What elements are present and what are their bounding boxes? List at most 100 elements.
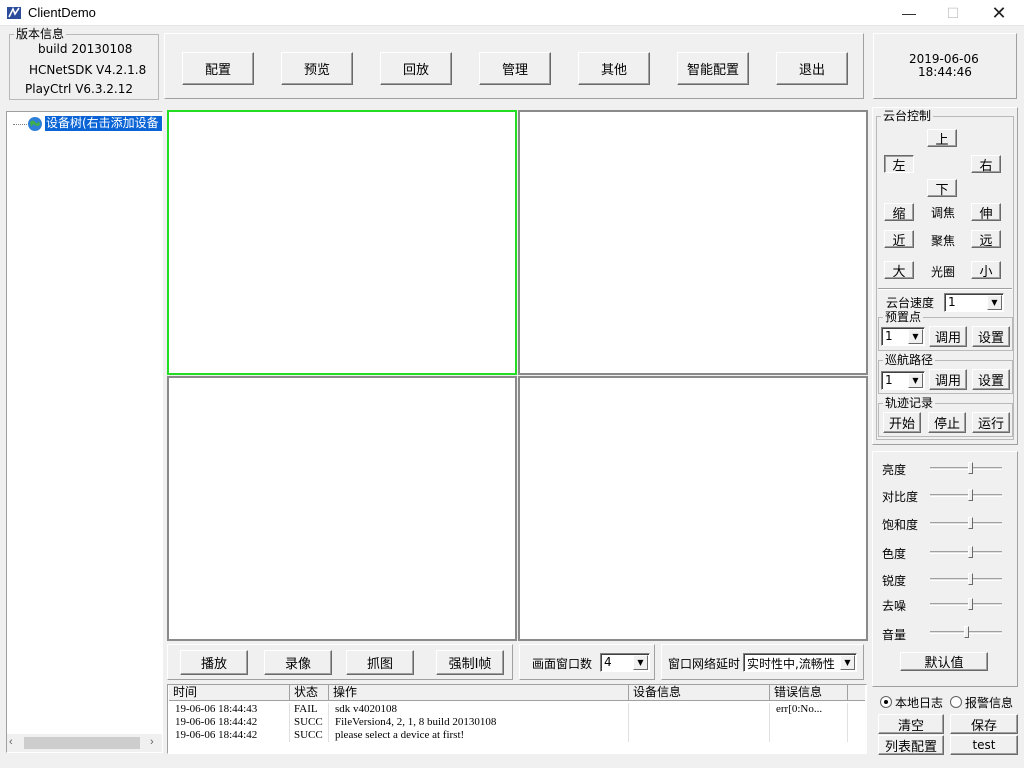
log-header: 时间 状态 操作 设备信息 错误信息 bbox=[169, 685, 865, 701]
video-window-1[interactable] bbox=[167, 110, 517, 375]
net-delay-select[interactable]: 实时性中,流畅性 ▼ bbox=[743, 653, 857, 672]
track-run-button[interactable]: 运行 bbox=[972, 412, 1010, 433]
contrast-label: 对比度 bbox=[882, 490, 919, 504]
playback-button[interactable]: 回放 bbox=[380, 52, 452, 85]
log-error bbox=[770, 716, 848, 729]
preset-set-button[interactable]: 设置 bbox=[972, 326, 1010, 347]
sharpness-slider[interactable] bbox=[930, 572, 1002, 586]
capture-button[interactable]: 抓图 bbox=[346, 650, 414, 675]
log-col-error[interactable]: 错误信息 bbox=[770, 685, 848, 701]
tree-root-item[interactable]: 设备树(右击添加设备 bbox=[45, 116, 162, 131]
test-button[interactable]: test bbox=[950, 735, 1018, 755]
local-log-radio[interactable] bbox=[880, 696, 892, 708]
record-button[interactable]: 录像 bbox=[264, 650, 332, 675]
list-config-button[interactable]: 列表配置 bbox=[878, 735, 944, 755]
saturation-slider[interactable] bbox=[930, 516, 1002, 530]
track-start-button[interactable]: 开始 bbox=[883, 412, 921, 433]
window-title: ClientDemo bbox=[28, 5, 96, 20]
window-count-select[interactable]: 4 ▼ bbox=[600, 653, 650, 672]
log-status: SUCC bbox=[290, 729, 329, 742]
slider-thumb[interactable] bbox=[968, 517, 973, 529]
slider-thumb[interactable] bbox=[968, 489, 973, 501]
video-window-2[interactable] bbox=[518, 110, 868, 375]
hue-label: 色度 bbox=[882, 547, 907, 561]
cruise-set-button[interactable]: 设置 bbox=[972, 369, 1010, 390]
ptz-speed-select[interactable]: 1 ▼ bbox=[944, 293, 1004, 312]
chevron-down-icon[interactable]: ▼ bbox=[633, 655, 648, 670]
preset-select[interactable]: 1 ▼ bbox=[881, 327, 925, 346]
volume-slider[interactable] bbox=[930, 625, 1002, 639]
preset-value: 1 bbox=[885, 329, 893, 343]
log-col-time[interactable]: 时间 bbox=[169, 685, 290, 701]
smart-config-button[interactable]: 智能配置 bbox=[677, 52, 749, 85]
tree-hscrollbar[interactable]: ‹ › bbox=[7, 734, 162, 752]
time-label: 18:44:46 bbox=[918, 65, 972, 79]
scroll-left-icon[interactable]: ‹ bbox=[9, 736, 13, 748]
log-row[interactable]: 19-06-06 18:44:42 SUCC FileVersion4, 2, … bbox=[169, 716, 848, 729]
ptz-up-button[interactable]: 上 bbox=[927, 129, 957, 148]
denoise-slider[interactable] bbox=[930, 597, 1002, 611]
iris-big-button[interactable]: 大 bbox=[884, 261, 914, 280]
video-window-4[interactable] bbox=[518, 376, 868, 641]
device-tree[interactable]: 设备树(右击添加设备 ‹ › bbox=[6, 111, 163, 753]
log-time: 19-06-06 18:44:42 bbox=[169, 716, 290, 729]
focus-near-button[interactable]: 近 bbox=[884, 230, 914, 249]
cruise-call-button[interactable]: 调用 bbox=[929, 369, 967, 390]
chevron-down-icon[interactable]: ▼ bbox=[908, 373, 923, 388]
slider-thumb[interactable] bbox=[968, 462, 973, 474]
play-button[interactable]: 播放 bbox=[180, 650, 248, 675]
alarm-info-label[interactable]: 报警信息 bbox=[965, 694, 1013, 711]
config-button[interactable]: 配置 bbox=[182, 52, 254, 85]
log-col-operation[interactable]: 操作 bbox=[329, 685, 629, 701]
scroll-right-icon[interactable]: › bbox=[150, 736, 154, 748]
log-error bbox=[770, 729, 848, 742]
scroll-thumb[interactable] bbox=[24, 737, 140, 749]
log-row[interactable]: 19-06-06 18:44:42 SUCC please select a d… bbox=[169, 729, 848, 742]
brightness-slider[interactable] bbox=[930, 461, 1002, 475]
log-time: 19-06-06 18:44:42 bbox=[169, 729, 290, 742]
force-iframe-button[interactable]: 强制I帧 bbox=[436, 650, 504, 675]
log-col-status[interactable]: 状态 bbox=[290, 685, 329, 701]
build-label: build 20130108 bbox=[38, 42, 133, 56]
chevron-down-icon[interactable]: ▼ bbox=[840, 655, 855, 670]
other-button[interactable]: 其他 bbox=[578, 52, 650, 85]
slider-thumb[interactable] bbox=[968, 546, 973, 558]
ptz-left-button[interactable]: 左 bbox=[884, 155, 914, 174]
slider-thumb[interactable] bbox=[968, 598, 973, 610]
log-operation: please select a device at first! bbox=[329, 729, 629, 742]
zoom-in-button[interactable]: 伸 bbox=[971, 203, 1001, 222]
alarm-info-radio[interactable] bbox=[950, 696, 962, 708]
minimize-button[interactable]: — bbox=[886, 0, 932, 26]
local-log-label[interactable]: 本地日志 bbox=[895, 694, 943, 711]
zoom-out-button[interactable]: 缩 bbox=[884, 203, 914, 222]
hue-slider[interactable] bbox=[930, 545, 1002, 559]
manage-button[interactable]: 管理 bbox=[479, 52, 551, 85]
slider-thumb[interactable] bbox=[968, 573, 973, 585]
clear-log-button[interactable]: 清空 bbox=[878, 714, 944, 734]
log-col-device[interactable]: 设备信息 bbox=[629, 685, 770, 701]
preset-call-button[interactable]: 调用 bbox=[929, 326, 967, 347]
iris-small-button[interactable]: 小 bbox=[971, 261, 1001, 280]
chevron-down-icon[interactable]: ▼ bbox=[908, 329, 923, 344]
chevron-down-icon[interactable]: ▼ bbox=[987, 295, 1002, 310]
track-legend: 轨迹记录 bbox=[885, 396, 934, 410]
focus-far-button[interactable]: 远 bbox=[971, 230, 1001, 249]
log-device bbox=[629, 716, 770, 729]
contrast-slider[interactable] bbox=[930, 488, 1002, 502]
save-log-button[interactable]: 保存 bbox=[950, 714, 1018, 734]
window-count-value: 4 bbox=[604, 655, 612, 669]
globe-icon bbox=[28, 117, 42, 131]
log-row[interactable]: 19-06-06 18:44:43 FAIL sdk v4020108 err[… bbox=[169, 703, 848, 716]
close-button[interactable]: ✕ bbox=[976, 0, 1022, 26]
date-label: 2019-06-06 bbox=[909, 52, 979, 66]
cruise-select[interactable]: 1 ▼ bbox=[881, 371, 925, 390]
slider-thumb[interactable] bbox=[964, 626, 969, 638]
app-icon bbox=[7, 7, 21, 19]
default-values-button[interactable]: 默认值 bbox=[900, 652, 988, 671]
preview-button[interactable]: 预览 bbox=[281, 52, 353, 85]
ptz-right-button[interactable]: 右 bbox=[971, 155, 1001, 174]
track-stop-button[interactable]: 停止 bbox=[928, 412, 966, 433]
ptz-down-button[interactable]: 下 bbox=[927, 179, 957, 198]
exit-button[interactable]: 退出 bbox=[776, 52, 848, 85]
video-window-3[interactable] bbox=[167, 376, 517, 641]
